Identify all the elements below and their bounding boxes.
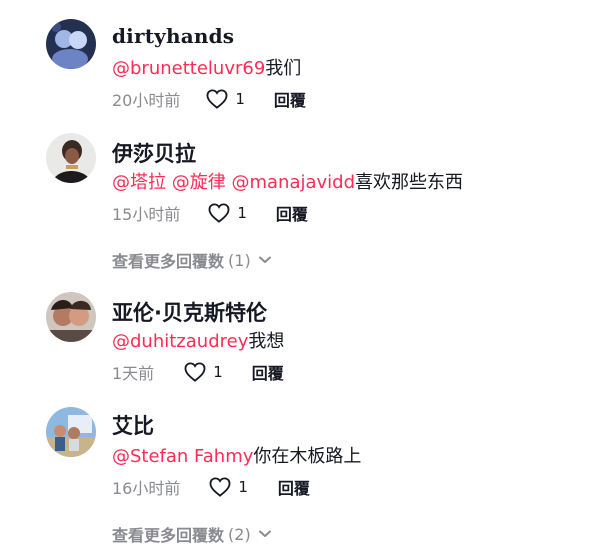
comment-meta: 20小时前 1 回覆 (112, 87, 306, 111)
view-more-label: 查看更多回覆数 (112, 526, 225, 545)
avatar[interactable] (46, 19, 96, 69)
username[interactable]: 艾比 (112, 410, 154, 440)
like-count: 1 (235, 90, 245, 108)
like-button[interactable]: 1 (208, 203, 247, 223)
timestamp: 1天前 (112, 364, 155, 383)
reply-button[interactable]: 回覆 (252, 360, 284, 384)
heart-outline-icon (184, 362, 206, 382)
like-count: 1 (238, 478, 248, 496)
heart-outline-icon (209, 477, 231, 497)
mention-link[interactable]: @duhitzaudrey (112, 331, 248, 352)
username[interactable]: 伊莎贝拉 (112, 138, 196, 168)
like-button[interactable]: 1 (184, 362, 223, 382)
mention-link[interactable]: @旋律 (172, 172, 226, 193)
like-button[interactable]: 1 (206, 89, 245, 109)
mention-link[interactable]: @Stefan Fahmy (112, 446, 253, 467)
comment-body: 喜欢那些东西 (355, 172, 464, 193)
reply-button[interactable]: 回覆 (276, 201, 308, 225)
mention-link[interactable]: @塔拉 (112, 172, 166, 193)
chevron-down-icon (258, 530, 271, 537)
comment-meta: 1天前 1 回覆 (112, 360, 284, 384)
comment-body: 我们 (265, 58, 302, 79)
comment-text: @Stefan Fahmy你在木板路上 (112, 442, 361, 468)
comment-meta: 15小时前 1 回覆 (112, 201, 308, 225)
like-count: 1 (237, 204, 247, 222)
comment-text: @duhitzaudrey我想 (112, 327, 284, 353)
like-button[interactable]: 1 (209, 477, 248, 497)
mention-link[interactable]: @manajavidd (231, 172, 355, 193)
heart-outline-icon (206, 89, 228, 109)
heart-outline-icon (208, 203, 230, 223)
comment-text: @brunetteluvr69我们 (112, 54, 301, 80)
mention-link[interactable]: @brunetteluvr69 (112, 58, 265, 79)
reply-button[interactable]: 回覆 (274, 87, 306, 111)
like-count: 1 (213, 363, 223, 381)
avatar[interactable] (46, 407, 96, 457)
avatar[interactable] (46, 292, 96, 342)
username[interactable]: 亚伦·贝克斯特伦 (112, 297, 267, 327)
avatar[interactable] (46, 133, 96, 183)
comment-text: @塔拉 @旋律 @manajavidd喜欢那些东西 (112, 168, 463, 194)
comment-body: 我想 (248, 331, 285, 352)
chevron-down-icon (258, 256, 271, 263)
view-more-label: 查看更多回覆数 (112, 252, 225, 271)
comment-meta: 16小时前 1 回覆 (112, 475, 310, 499)
reply-count: (2) (228, 524, 251, 544)
timestamp: 20小时前 (112, 91, 181, 110)
reply-button[interactable]: 回覆 (278, 475, 310, 499)
timestamp: 16小时前 (112, 479, 181, 498)
username[interactable]: dirtyhands (112, 24, 234, 48)
comment-body: 你在木板路上 (253, 446, 362, 467)
timestamp: 15小时前 (112, 205, 181, 224)
reply-count: (1) (228, 250, 251, 270)
view-more-replies-button[interactable]: 查看更多回覆数 (1) (112, 248, 271, 272)
view-more-replies-button[interactable]: 查看更多回覆数 (2) (112, 522, 271, 546)
